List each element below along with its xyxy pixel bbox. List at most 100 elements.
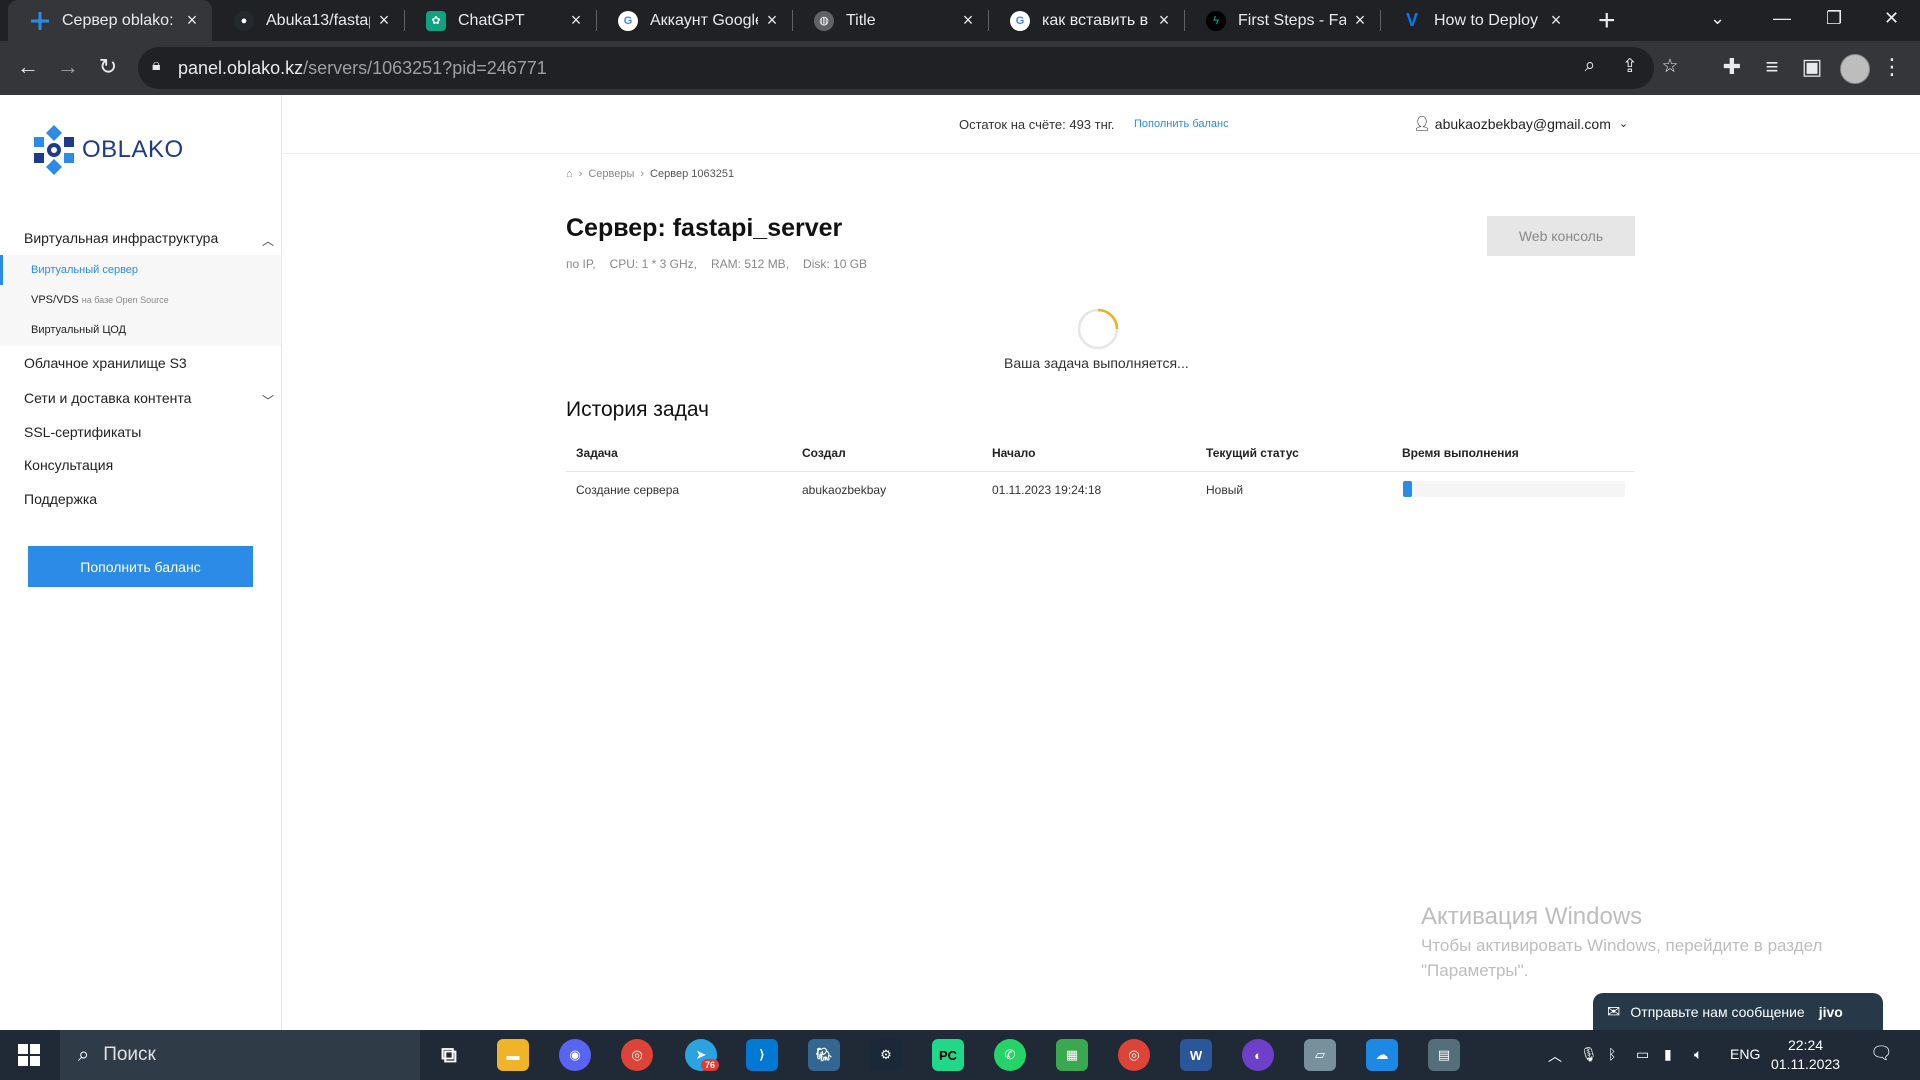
nav-ssl-certificates[interactable]: SSL-сертификаты (24, 424, 141, 440)
chevron-up-icon[interactable]: ︿ (262, 232, 274, 249)
google-icon: G (1010, 10, 1030, 31)
server-cpu: CPU: 1 * 3 GHz, (609, 257, 697, 271)
word-icon[interactable]: W (1180, 1039, 1212, 1071)
chrome-icon[interactable]: ◎ (621, 1039, 653, 1071)
microphone-icon[interactable]: 🎙︎ (1580, 1046, 1598, 1063)
back-icon[interactable]: ← (14, 54, 42, 80)
file-explorer-icon[interactable]: ▬ (497, 1039, 529, 1071)
screen-icon[interactable]: ▭ (1636, 1046, 1649, 1063)
chrome-active-icon[interactable]: ◎ (1118, 1039, 1150, 1071)
new-tab-button[interactable]: + (1598, 4, 1616, 38)
bookmark-star-icon[interactable]: ☆ (1656, 55, 1684, 78)
vultr-icon: V (1405, 10, 1418, 30)
share-icon[interactable]: ⇪ (1616, 55, 1644, 78)
language-indicator[interactable]: ENG (1730, 1046, 1760, 1062)
loading-spinner-icon (1077, 308, 1119, 350)
reload-icon[interactable]: ↻ (94, 54, 122, 80)
nav-virtual-infrastructure[interactable]: Виртуальная инфраструктура (24, 230, 218, 246)
image-app-icon[interactable]: ▤ (1428, 1039, 1460, 1071)
side-panel-icon[interactable]: ▣ (1798, 54, 1826, 80)
breadcrumb-separator: › (578, 168, 583, 180)
tab-chatgpt[interactable]: ✿ ChatGPT × (404, 0, 596, 41)
bluetooth-icon[interactable]: ᛒ (1608, 1046, 1616, 1062)
tab-google-account[interactable]: G Аккаунт Google × (596, 0, 792, 41)
close-tab-icon[interactable]: × (758, 10, 786, 31)
taskbar-search[interactable]: ⌕ Поиск (60, 1030, 420, 1080)
tab-title[interactable]: ◍ Title × (792, 0, 988, 41)
restore-icon[interactable]: ❐ (1826, 8, 1842, 29)
windows-taskbar: ⌕ Поиск ⧉ ▬ ◉ ◎ ➤ 76 ⟩ 🐘︎ ⚙ PC ✆ ▦ ◎ W ◐… (0, 1030, 1920, 1080)
discord-icon[interactable]: ◉ (559, 1039, 591, 1071)
cloud-app-icon[interactable]: ☁ (1366, 1039, 1398, 1071)
web-console-button[interactable]: Web консоль (1487, 216, 1635, 256)
game-app-icon[interactable]: ▦ (1056, 1039, 1088, 1071)
nav-networks-cdn[interactable]: Сети и доставка контента (24, 390, 191, 406)
subnav-vps-vds[interactable]: VPS/VDS на базе Open Source (31, 294, 169, 306)
column-header-status: Текущий статус (1206, 446, 1299, 460)
tab-oblako[interactable]: Сервер oblako: f × (8, 0, 212, 41)
whatsapp-icon[interactable]: ✆ (994, 1039, 1026, 1071)
tray-overflow-icon[interactable]: ︿ (1548, 1046, 1562, 1066)
close-tab-icon[interactable]: × (370, 10, 398, 31)
close-tab-icon[interactable]: × (178, 10, 206, 31)
battery-icon[interactable]: ▮ (1664, 1046, 1672, 1063)
minimize-icon[interactable]: — (1773, 8, 1791, 29)
windows-start-icon[interactable] (18, 1044, 40, 1066)
nav-consulting[interactable]: Консультация (24, 457, 113, 473)
chevron-down-icon: ⌄ (1618, 118, 1629, 130)
postgresql-icon[interactable]: 🐘︎ (808, 1039, 840, 1071)
github-desktop-icon[interactable]: ◐ (1242, 1039, 1274, 1071)
url-text: panel.oblako.kz/servers/1063251?pid=2467… (178, 58, 547, 78)
tab-github[interactable]: ● Abuka13/fastapi_ × (212, 0, 404, 41)
notifications-icon[interactable]: 🗨︎ (1870, 1043, 1893, 1064)
windows-activation-text: Чтобы активировать Windows, перейдите в … (1421, 936, 1823, 980)
breadcrumb-separator: › (640, 168, 645, 180)
close-tab-icon[interactable]: × (1150, 10, 1178, 31)
extensions-icon[interactable]: ✚ (1718, 54, 1746, 80)
media-control-icon[interactable]: ≡ (1758, 54, 1786, 80)
close-tab-icon[interactable]: × (954, 10, 982, 31)
notes-app-icon[interactable]: ▱ (1304, 1039, 1336, 1071)
profile-avatar[interactable] (1840, 54, 1870, 84)
user-menu[interactable]: 👤︎ abukaozbekbay@gmail.com ⌄ (1413, 115, 1628, 132)
tab-fastapi[interactable]: ϟ First Steps - Fast × (1184, 0, 1380, 41)
subnav-virtual-datacenter[interactable]: Виртуальный ЦОД (31, 324, 126, 336)
nav-support[interactable]: Поддержка (24, 491, 97, 507)
address-bar[interactable]: 🔒︎ panel.oblako.kz/servers/1063251?pid=2… (138, 47, 1679, 89)
column-header-start: Начало (992, 446, 1036, 460)
browser-tab-strip: Сервер oblako: f × ● Abuka13/fastapi_ × … (0, 0, 1920, 41)
home-icon[interactable]: ⌂ (566, 168, 573, 180)
oblako-icon (30, 11, 50, 31)
forward-icon[interactable]: → (54, 54, 82, 80)
subnav-virtual-server[interactable]: Виртуальный сервер (31, 264, 138, 276)
chevron-down-icon[interactable]: ﹀ (262, 392, 274, 409)
task-history-title: История задач (566, 398, 709, 421)
volume-icon[interactable]: 🔈︎ (1694, 1046, 1702, 1063)
telegram-badge: 76 (701, 1059, 719, 1071)
windows-activation-title: Активация Windows (1421, 903, 1643, 930)
header-topup-link[interactable]: Пополнить баланс (1134, 118, 1229, 130)
chat-widget[interactable]: ✉ Отправьте нам сообщение jivo (1593, 993, 1883, 1030)
sidebar-topup-button[interactable]: Пополнить баланс (28, 546, 253, 587)
pycharm-icon[interactable]: PC (932, 1039, 964, 1071)
vscode-icon[interactable]: ⟩ (746, 1039, 778, 1071)
tab-vultr[interactable]: V How to Deploy F × (1380, 0, 1576, 41)
close-tab-icon[interactable]: × (1346, 10, 1374, 31)
chat-widget-brand: jivo (1818, 1003, 1843, 1020)
taskbar-clock[interactable]: 22:24 01.11.2023 (1771, 1036, 1840, 1074)
oblako-logo[interactable]: OBLAKO (28, 123, 184, 177)
steam-icon[interactable]: ⚙ (870, 1039, 902, 1071)
account-balance: Остаток на счёте: 493 тнг. (959, 117, 1115, 132)
browser-menu-icon[interactable]: ⋮ (1878, 54, 1906, 80)
user-email: abukaozbekbay@gmail.com (1434, 115, 1611, 132)
zoom-icon[interactable]: ⌕ (1576, 55, 1604, 77)
close-tab-icon[interactable]: × (1542, 10, 1570, 31)
breadcrumb-servers[interactable]: Серверы (588, 168, 634, 180)
task-view-icon[interactable]: ⧉ (433, 1039, 465, 1071)
tab-search-icon[interactable]: ⌄ (1710, 8, 1725, 29)
github-icon: ● (234, 10, 254, 31)
nav-s3-storage[interactable]: Облачное хранилище S3 (24, 355, 187, 371)
tab-google-search[interactable]: G как вставить в u × (988, 0, 1184, 41)
close-tab-icon[interactable]: × (562, 10, 590, 31)
close-window-icon[interactable]: ✕ (1884, 8, 1899, 29)
